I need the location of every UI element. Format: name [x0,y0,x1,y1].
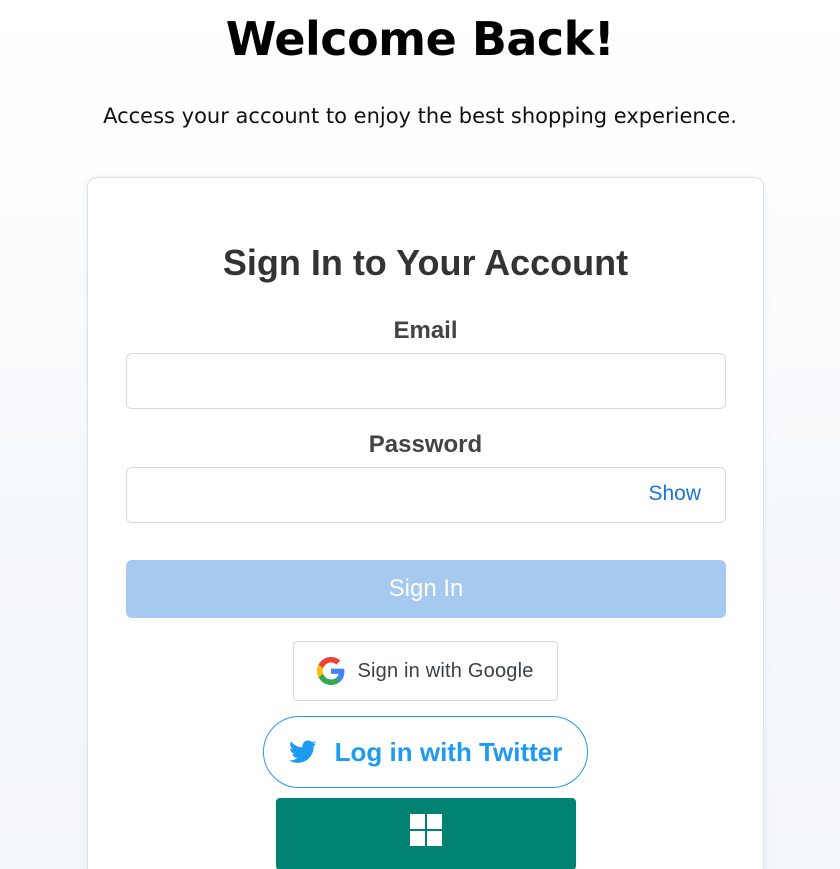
password-label: Password [368,431,483,458]
windows-logo-icon [410,814,442,846]
google-signin-button[interactable]: Sign in with Google [293,641,558,701]
google-g-icon [317,657,345,685]
email-field[interactable] [126,353,726,409]
page-subtitle: Access your account to enjoy the best sh… [103,104,737,128]
password-field[interactable] [126,467,726,523]
page-title: Welcome Back! [225,12,615,66]
login-page: Welcome Back! Access your account to enj… [0,0,840,869]
twitter-bird-icon [288,740,317,764]
signin-card-title: Sign In to Your Account [222,242,629,283]
sign-in-button[interactable]: Sign In [126,560,726,618]
email-label: Email [393,317,458,344]
microsoft-signin-button[interactable] [276,798,576,869]
google-signin-label: Sign in with Google [357,659,534,682]
twitter-login-button[interactable]: Log in with Twitter [263,716,588,788]
show-password-toggle[interactable]: Show [648,482,701,506]
signin-card: Sign In to Your Account Email Password S… [87,177,764,869]
twitter-login-label: Log in with Twitter [334,736,563,767]
